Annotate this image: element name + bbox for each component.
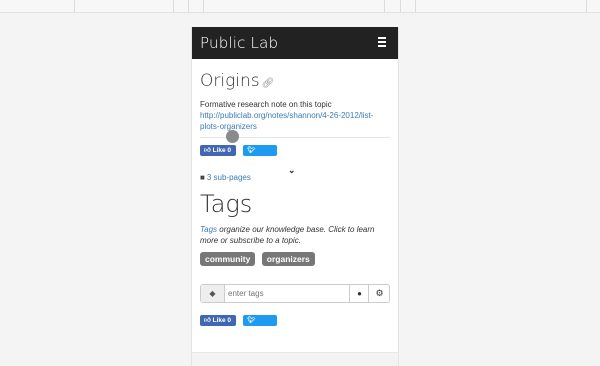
book-icon: ■	[200, 173, 205, 182]
tags-help-link[interactable]: Tags	[200, 225, 217, 234]
tag-input[interactable]	[228, 287, 343, 300]
tag-list: community organizers	[200, 249, 390, 266]
chevron-down-icon[interactable]: ⌄	[288, 165, 296, 176]
facebook-like-button[interactable]: 👍︎ Like 0	[200, 145, 236, 156]
tweet-button[interactable]: 🐦︎ Tweet	[243, 145, 277, 165]
source-link[interactable]: http://publiclab.org/notes/shannon/4-26-…	[200, 110, 390, 132]
navbar: Public Lab	[192, 27, 398, 59]
tags-heading: Tags	[200, 190, 253, 218]
page-footer	[192, 352, 398, 366]
tag-badge-organizers[interactable]: organizers	[261, 252, 315, 266]
tag-badge-community[interactable]: community	[200, 252, 256, 266]
share-buttons-bottom: 👍︎ Like 0 🐦︎ Tweet	[200, 315, 320, 335]
mouse-cursor-indicator	[226, 130, 239, 143]
gear-icon[interactable]: ⚙	[368, 285, 390, 302]
facebook-like-button-bottom[interactable]: 👍︎ Like 0	[200, 315, 236, 326]
mobile-page: Public Lab Origins 🔗︎ Formative research …	[191, 27, 399, 366]
hamburger-icon[interactable]	[378, 37, 386, 47]
tags-icon: ◆	[201, 285, 225, 302]
page-title-text: Origins	[200, 71, 260, 91]
background-table-strip	[0, 0, 600, 13]
page-title: Origins 🔗︎	[200, 71, 390, 93]
brand-link[interactable]: Public Lab	[200, 34, 278, 52]
note-summary: Formative research note on this topic	[200, 100, 332, 109]
tags-description: Tags organize our knowledge base. Click …	[200, 225, 375, 245]
map-marker-icon[interactable]: ●	[349, 285, 369, 302]
tweet-button-bottom[interactable]: 🐦︎ Tweet	[243, 315, 277, 335]
link-icon[interactable]: 🔗︎	[262, 78, 275, 89]
share-buttons: 👍︎ Like 0 🐦︎ Tweet	[200, 145, 390, 165]
tag-input-group: ◆ ● ⚙	[200, 284, 390, 303]
